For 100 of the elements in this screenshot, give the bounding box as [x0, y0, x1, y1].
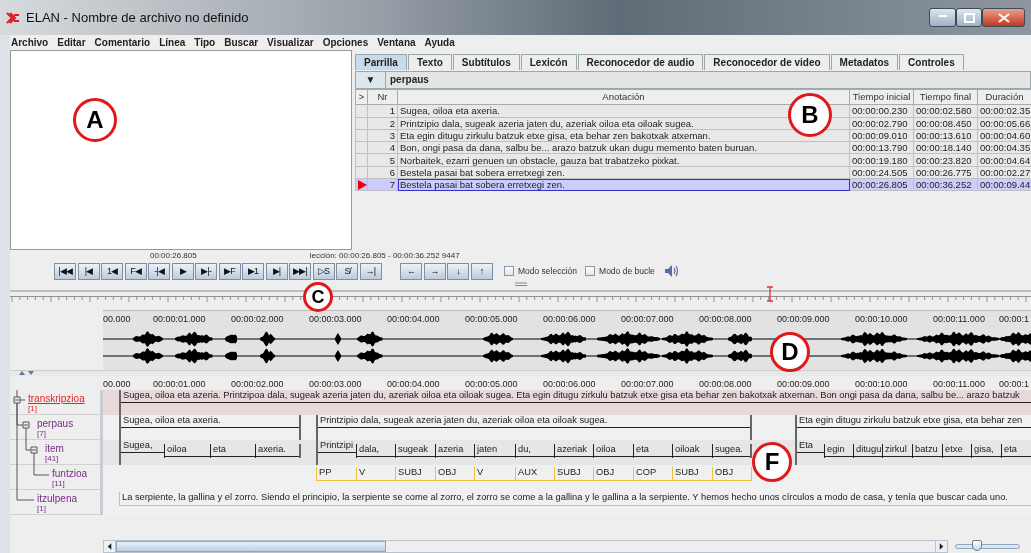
media-control-button[interactable]: |◀: [77, 262, 100, 280]
tier-name[interactable]: perpaus: [37, 419, 74, 429]
table-row[interactable]: 3 Eta egin ditugu zirkulu batzuk etxe gisa, eta behar zen bakotxak atxeman. 00:00:09.010 00:00:13.610 00:00:04.60: [355, 129, 1031, 142]
menu-item[interactable]: Visualizar: [267, 35, 314, 50]
annotation[interactable]: eta: [633, 444, 672, 458]
annotation[interactable]: dala,: [356, 444, 395, 458]
column-header[interactable]: Duración: [977, 89, 1031, 105]
annotation[interactable]: jaten: [474, 444, 515, 458]
media-control-button[interactable]: ▶: [171, 262, 194, 280]
annotation[interactable]: sugea.: [712, 444, 752, 458]
media-control-button[interactable]: ▶1: [242, 262, 264, 280]
tab[interactable]: Reconocedor de audio: [577, 54, 704, 70]
annotation[interactable]: oiloa: [593, 444, 633, 458]
annotation[interactable]: V: [474, 467, 515, 481]
scroll-left-icon[interactable]: [104, 541, 116, 552]
navigation-button[interactable]: ↑: [470, 262, 493, 280]
speaker-icon[interactable]: [662, 263, 681, 279]
menu-item[interactable]: Ayuda: [424, 35, 455, 50]
column-header[interactable]: Anotación: [397, 89, 850, 105]
annotation[interactable]: SUBJ: [395, 467, 435, 481]
navigation-button[interactable]: →: [423, 262, 446, 280]
tier-dropdown[interactable]: ▼ perpaus: [355, 71, 1031, 89]
menu-item[interactable]: Editar: [57, 35, 86, 50]
tier-name[interactable]: itzulpena: [37, 494, 78, 504]
time-label: 00:00:01.000: [153, 314, 206, 324]
tier-name[interactable]: funtzioa: [52, 469, 88, 479]
annotation[interactable]: AUX: [515, 467, 554, 481]
menu-item[interactable]: Comentario: [94, 35, 151, 50]
table-row[interactable]: 4 Bon, ongi pasa da dana, salbu be... arazo batzuk ukan dugu memento baten buruan. 00:00:13.790 00:00:18.140 00:00:04.35: [355, 141, 1031, 154]
annotation[interactable]: OBJ: [712, 467, 752, 481]
zoom-slider[interactable]: [955, 540, 1020, 553]
menu-item[interactable]: Línea: [159, 35, 186, 50]
menu-item[interactable]: Buscar: [224, 35, 259, 50]
tab[interactable]: Reconocedor de video: [704, 54, 830, 70]
tab[interactable]: Texto: [407, 54, 452, 70]
annotation[interactable]: ditugu: [853, 444, 882, 458]
media-control-button[interactable]: -|◀: [148, 262, 170, 280]
table-row[interactable]: 7 Bestela pasai bat sobera erretxegi zen. 00:00:26.805 00:00:36.252 00:00:09.44: [355, 178, 1031, 191]
navigation-button[interactable]: ↓: [447, 262, 469, 280]
time-label: 00:00:06.000: [543, 314, 596, 324]
menu-item[interactable]: Opciones: [322, 35, 369, 50]
annotation[interactable]: batzu: [912, 444, 942, 458]
column-header[interactable]: Nr: [367, 89, 398, 105]
horizontal-scrollbar[interactable]: [103, 540, 948, 553]
annotation[interactable]: SUBJ: [554, 467, 593, 481]
media-control-button[interactable]: F◀: [124, 262, 147, 280]
media-control-button[interactable]: ▶▶|: [289, 262, 311, 280]
media-control-button[interactable]: 1◀: [101, 262, 123, 280]
scroll-thumb[interactable]: [116, 541, 386, 552]
annotation[interactable]: azeriak: [554, 444, 593, 458]
annotation[interactable]: azeria: [435, 444, 474, 458]
tier-name[interactable]: item: [45, 444, 64, 454]
annotation[interactable]: zirkul: [882, 444, 912, 458]
annotation[interactable]: du,: [515, 444, 554, 458]
annotation[interactable]: gisa,: [971, 444, 1001, 458]
minimize-button[interactable]: [929, 8, 956, 27]
checkbox[interactable]: [504, 266, 514, 276]
media-control-button[interactable]: →|: [359, 262, 382, 280]
menu-item[interactable]: Ventana: [377, 35, 416, 50]
annotation[interactable]: COP: [633, 467, 672, 481]
tab[interactable]: Controles: [899, 54, 964, 70]
tab[interactable]: Metadatos: [830, 54, 899, 70]
annotation[interactable]: OBJ: [435, 467, 474, 481]
annotation[interactable]: etxe: [942, 444, 971, 458]
time-label: 00:00:07.000: [621, 379, 674, 389]
menu-item[interactable]: Tipo: [194, 35, 216, 50]
annotation[interactable]: axeria.: [255, 444, 301, 458]
tab[interactable]: Parrilla: [355, 54, 407, 70]
annotation[interactable]: oiloa: [164, 444, 210, 458]
tab[interactable]: Subtítulos: [452, 54, 520, 70]
splitter-handle-icon[interactable]: [514, 282, 528, 286]
table-row[interactable]: 6 Bestela pasai bat sobera erretxegi zen. 00:00:24.505 00:00:26.775 00:00:02.27: [355, 166, 1031, 179]
annotation[interactable]: egin: [824, 444, 853, 458]
annotation[interactable]: PP: [316, 467, 356, 481]
column-header[interactable]: Tiempo inicial: [849, 89, 914, 105]
tab[interactable]: Lexicón: [520, 54, 577, 70]
tier-name[interactable]: transkripzioa: [28, 394, 85, 404]
media-control-button[interactable]: ▶F: [218, 262, 241, 280]
annotation[interactable]: V: [356, 467, 395, 481]
maximize-button[interactable]: [956, 8, 982, 27]
close-button[interactable]: [982, 8, 1025, 27]
media-control-button[interactable]: ▷S: [312, 262, 335, 280]
annotation[interactable]: OBJ: [593, 467, 633, 481]
scroll-right-icon[interactable]: [935, 541, 947, 552]
column-header[interactable]: Tiempo final: [913, 89, 978, 105]
annotation[interactable]: sugeak: [395, 444, 435, 458]
media-control-button[interactable]: S̸: [336, 262, 358, 280]
annotation[interactable]: SUBJ: [672, 467, 712, 481]
annotation[interactable]: oiloak: [672, 444, 712, 458]
media-control-button[interactable]: ▶|: [265, 262, 288, 280]
table-row[interactable]: 5 Norbaitek, ezarri genuen un obstacle, gauza bat trabatzeko pixkat. 00:00:19.180 00:00:23.820 00:00:04.64: [355, 153, 1031, 167]
annotation[interactable]: La serpiente, la gallina y el zorro. Siendo el principio, la serpiente se come al zorro, el zorro se come a la gallina y le gallina a la serpiente. Y hemos hecho unos círculos a modo de casa, y tenía que buscar cada uno.: [119, 492, 1031, 506]
column-header[interactable]: >: [355, 89, 368, 105]
annotation[interactable]: eta: [210, 444, 255, 458]
checkbox[interactable]: [585, 266, 596, 276]
media-control-button[interactable]: |◀◀: [54, 262, 76, 280]
media-control-button[interactable]: ▶|-: [195, 262, 217, 280]
menu-item[interactable]: Archivo: [11, 35, 49, 50]
navigation-button[interactable]: ←: [400, 262, 422, 280]
resize-arrows-icon[interactable]: [18, 371, 36, 376]
